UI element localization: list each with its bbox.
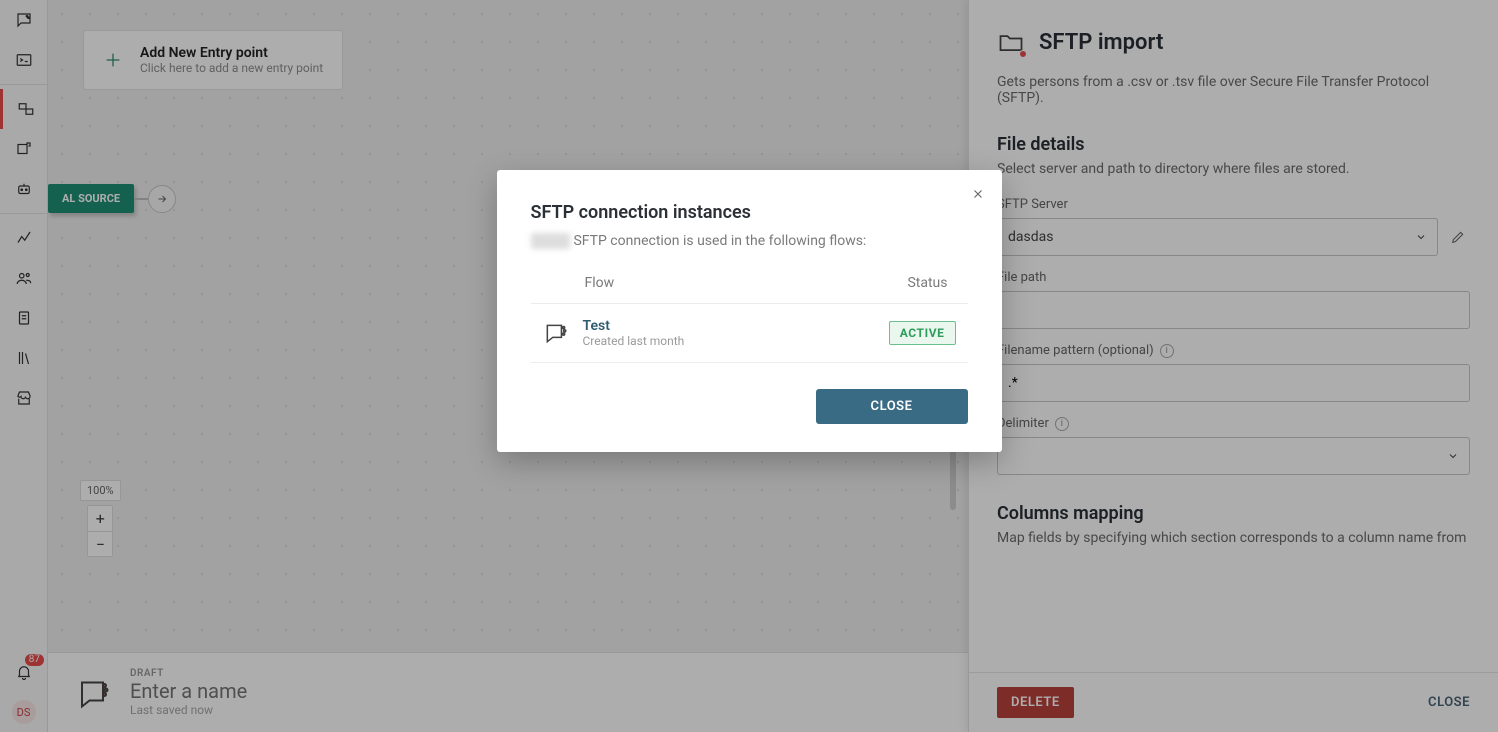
- modal-overlay[interactable]: SFTP connection instances redact SFTP co…: [0, 0, 1498, 732]
- col-status: Status: [907, 275, 947, 291]
- flow-row[interactable]: Test Created last month ACTIVE: [531, 303, 968, 363]
- modal-subtitle: redact SFTP connection is used in the fo…: [531, 233, 968, 249]
- col-flow: Flow: [585, 275, 615, 291]
- modal-close-button[interactable]: CLOSE: [816, 389, 968, 424]
- status-badge: ACTIVE: [889, 321, 956, 345]
- sftp-instances-modal: SFTP connection instances redact SFTP co…: [497, 170, 1002, 452]
- modal-title: SFTP connection instances: [531, 202, 968, 223]
- close-icon[interactable]: [968, 184, 988, 204]
- flow-icon: [543, 320, 569, 346]
- flow-row-created: Created last month: [583, 334, 685, 348]
- flow-row-name: Test: [583, 318, 685, 334]
